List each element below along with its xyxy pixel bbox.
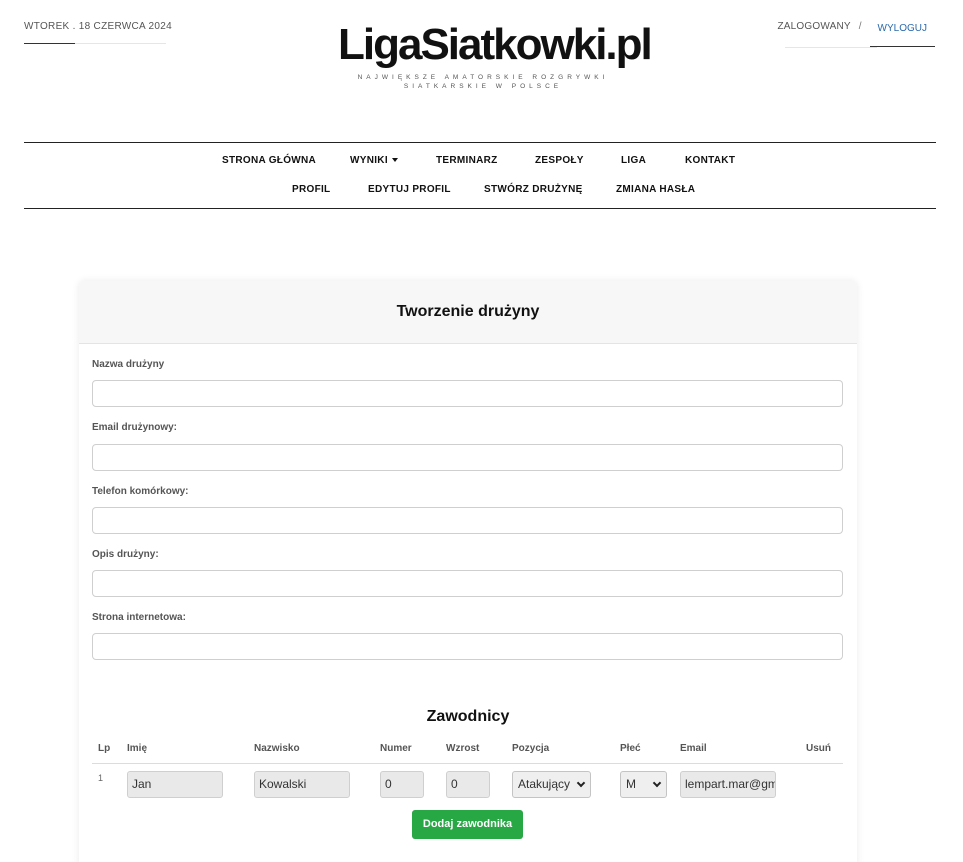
nav-home[interactable]: STRONA GŁÓWNA xyxy=(222,155,316,166)
auth-area: ZALOGOWANY / WYLOGUJ xyxy=(777,21,935,47)
card-title: Tworzenie drużyny xyxy=(79,281,857,344)
column-header-remove: Usuń xyxy=(806,743,831,754)
player-email-input[interactable]: lempart.mar@gm xyxy=(680,771,776,798)
caret-down-icon xyxy=(391,158,398,162)
players-title: Zawodnicy xyxy=(426,708,510,725)
logo-title: LigaSiatkowki.pl xyxy=(338,20,653,69)
column-header-email: Email xyxy=(680,743,707,754)
auth-separator: / xyxy=(858,21,862,32)
main-navigation: STRONA GŁÓWNA WYNIKI TERMINARZ ZESPOŁY L… xyxy=(24,142,936,209)
nav-edit-profile[interactable]: EDYTUJ PROFIL xyxy=(368,184,451,195)
nav-league[interactable]: LIGA xyxy=(621,155,646,166)
position-selected-value: Atakujący xyxy=(518,777,571,791)
website-label: Strona internetowa: xyxy=(92,612,186,623)
chevron-down-icon xyxy=(652,778,662,788)
auth-underline xyxy=(785,47,877,48)
add-player-button[interactable]: Dodaj zawodnika xyxy=(412,810,523,839)
nav-contact[interactable]: KONTAKT xyxy=(685,155,735,166)
team-name-input[interactable] xyxy=(92,380,843,407)
last-name-input[interactable]: Kowalski xyxy=(254,771,350,798)
nav-change-password[interactable]: ZMIANA HASŁA xyxy=(616,184,695,195)
team-name-label: Nazwa drużyny xyxy=(92,359,165,370)
number-input[interactable]: 0 xyxy=(380,771,424,798)
team-description-input[interactable] xyxy=(92,570,843,597)
gender-selected-value: M xyxy=(626,777,636,791)
logged-in-label: ZALOGOWANY xyxy=(777,21,851,32)
nav-results[interactable]: WYNIKI xyxy=(350,155,398,166)
column-header-gender: Płeć xyxy=(620,743,641,754)
phone-input[interactable] xyxy=(92,507,843,534)
nav-profile[interactable]: PROFIL xyxy=(292,184,330,195)
team-email-input[interactable] xyxy=(92,444,843,471)
column-header-first-name: Imię xyxy=(127,743,148,754)
row-number: 1 xyxy=(98,773,104,783)
nav-results-label: WYNIKI xyxy=(350,155,388,166)
gender-select[interactable]: M xyxy=(620,771,667,798)
phone-label: Telefon komórkowy: xyxy=(92,486,189,497)
site-logo[interactable]: LigaSiatkowki.pl NAJWIĘKSZE AMATORSKIE R… xyxy=(338,20,653,91)
logo-subtitle: NAJWIĘKSZE AMATORSKIE ROZGRYWKI SIATKARS… xyxy=(357,74,609,90)
team-email-label: Email drużynowy: xyxy=(92,422,178,433)
nav-create-team[interactable]: STWÓRZ DRUŻYNĘ xyxy=(484,184,583,195)
logout-link[interactable]: WYLOGUJ xyxy=(869,21,935,47)
nav-schedule[interactable]: TERMINARZ xyxy=(436,155,498,166)
chevron-down-icon xyxy=(576,778,586,788)
column-header-number: Numer xyxy=(380,743,412,754)
current-date: WTOREK . 18 CZERWCA 2024 xyxy=(24,21,172,32)
website-input[interactable] xyxy=(92,633,843,660)
height-input[interactable]: 0 xyxy=(446,771,490,798)
table-divider xyxy=(92,763,843,764)
column-header-last-name: Nazwisko xyxy=(254,743,300,754)
date-underline-accent xyxy=(24,43,75,44)
team-description-label: Opis drużyny: xyxy=(92,549,159,560)
first-name-input[interactable]: Jan xyxy=(127,771,223,798)
position-select[interactable]: Atakujący xyxy=(512,771,591,798)
column-header-lp: Lp xyxy=(98,743,111,754)
column-header-position: Pozycja xyxy=(512,743,550,754)
create-team-card: Tworzenie drużyny Nazwa drużyny Email dr… xyxy=(79,281,857,862)
column-header-height: Wzrost xyxy=(446,743,480,754)
nav-teams[interactable]: ZESPOŁY xyxy=(535,155,584,166)
